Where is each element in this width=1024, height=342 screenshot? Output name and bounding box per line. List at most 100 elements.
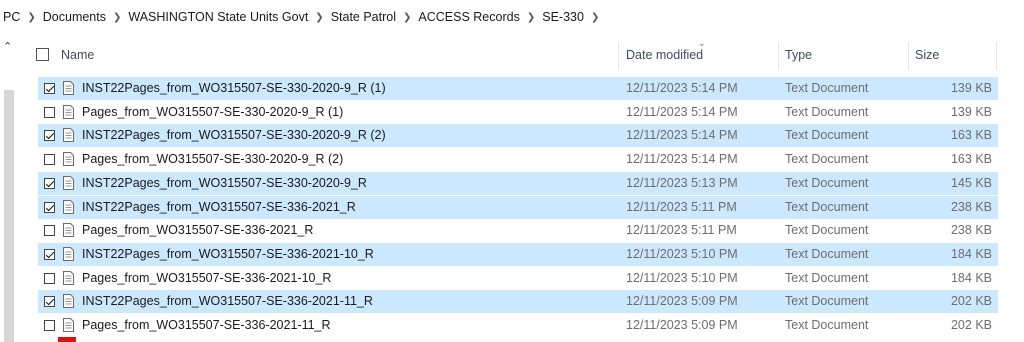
- row-checkbox[interactable]: [44, 201, 55, 213]
- text-document-icon: [63, 175, 74, 190]
- row-checkbox[interactable]: [44, 272, 55, 284]
- file-name: Pages_from_WO315507-SE-336-2021-10_R: [82, 270, 332, 285]
- row-checkbox[interactable]: [44, 320, 55, 331]
- file-type: Text Document: [785, 104, 869, 119]
- breadcrumb-item-pc[interactable]: PC: [0, 10, 23, 24]
- file-row[interactable]: INST22Pages_from_WO315507-SE-330-2020-9_…: [38, 171, 998, 195]
- column-divider[interactable]: [778, 42, 779, 70]
- chevron-right-icon[interactable]: ❯: [587, 12, 603, 23]
- row-checkbox[interactable]: [44, 296, 55, 308]
- chevron-right-icon[interactable]: ❯: [523, 12, 539, 23]
- file-size: 139 KB: [950, 81, 992, 95]
- chevron-right-icon[interactable]: ❯: [399, 12, 415, 23]
- column-header-type-label: Type: [785, 48, 813, 62]
- file-date-modified: 12/11/2023 5:13 PM: [626, 175, 738, 190]
- chevron-right-icon[interactable]: ❯: [311, 12, 327, 23]
- column-header-name[interactable]: Name: [61, 38, 621, 72]
- file-size: 163 KB: [950, 152, 992, 167]
- file-date-modified: 12/11/2023 5:10 PM: [626, 270, 738, 285]
- file-size: 139 KB: [950, 104, 992, 119]
- breadcrumb: PC ❯ Documents ❯ WASHINGTON State Units …: [0, 0, 1024, 34]
- column-header-name-label: Name: [61, 48, 95, 62]
- file-name: Pages_from_WO315507-SE-336-2021_R: [82, 223, 314, 238]
- file-size: 184 KB: [950, 246, 992, 261]
- column-header-type[interactable]: Type: [785, 38, 905, 72]
- text-document-icon: [63, 246, 74, 261]
- file-date-modified: 12/11/2023 5:11 PM: [626, 199, 737, 214]
- pdf-icon: [58, 337, 76, 342]
- file-name: Pages_from_WO315507-SE-330-2020-9_R (2): [82, 152, 344, 167]
- file-type: Text Document: [785, 318, 869, 332]
- file-name: INST22Pages_from_WO315507-SE-336-2021_R: [82, 199, 356, 214]
- text-document-icon: [63, 270, 74, 285]
- file-row[interactable]: INST22Pages_from_WO315507-SE-336-2021-10…: [38, 242, 998, 266]
- column-header-date-label: Date modified: [626, 48, 704, 62]
- column-divider[interactable]: [996, 42, 997, 70]
- file-name: INST22Pages_from_WO315507-SE-330-2020-9_…: [82, 128, 386, 143]
- file-row[interactable]: Pages_from_WO315507-SE-336-2021_R 12/11/2…: [38, 219, 998, 242]
- file-row[interactable]: Pages_from_WO315507-SE-336-2021-10_R 12/1…: [38, 267, 998, 290]
- file-row[interactable]: INST22Pages_from_WO315507-SE-336-2021-11…: [38, 290, 998, 314]
- column-header-size-label: Size: [915, 48, 940, 62]
- row-checkbox[interactable]: [44, 225, 55, 237]
- file-row[interactable]: Pages_from_WO315507-SE-336-2021-11_R 12/1…: [38, 314, 998, 337]
- sort-chevron-icon: ⌄: [698, 38, 706, 48]
- row-checkbox[interactable]: [44, 154, 55, 166]
- file-row[interactable]: Pages_from_WO315507-SE-330-2020-9_R (2) 1…: [38, 148, 998, 171]
- chevron-right-icon[interactable]: ❯: [109, 12, 125, 23]
- file-type: Text Document: [785, 152, 869, 167]
- file-size: 145 KB: [950, 175, 992, 190]
- file-date-modified: 12/11/2023 5:09 PM: [626, 294, 738, 309]
- select-all-checkbox[interactable]: [36, 48, 49, 61]
- file-row[interactable]: INST22Pages_from_WO315507-SE-336-2021_R 1…: [38, 195, 998, 219]
- file-date-modified: 12/11/2023 5:14 PM: [626, 152, 738, 167]
- file-name: INST22Pages_from_WO315507-SE-330-2020-9_…: [82, 175, 367, 190]
- breadcrumb-item-access-records[interactable]: ACCESS Records: [415, 10, 522, 24]
- text-document-icon: [63, 294, 74, 309]
- breadcrumb-item-washington[interactable]: WASHINGTON State Units Govt: [125, 10, 311, 24]
- breadcrumb-item-se-330[interactable]: SE-330: [539, 10, 587, 24]
- text-document-icon: [63, 128, 74, 143]
- breadcrumb-item-state-patrol[interactable]: State Patrol: [328, 10, 399, 24]
- file-type: Text Document: [785, 81, 869, 95]
- row-checkbox[interactable]: [44, 248, 55, 260]
- scrollbar-thumb[interactable]: [4, 90, 14, 342]
- column-header-row: Name Date modified ⌄ Type Size: [18, 38, 998, 72]
- text-document-icon: [63, 318, 74, 332]
- file-date-modified: 12/11/2023 5:11 PM: [626, 223, 737, 238]
- text-document-icon: [63, 199, 74, 214]
- file-type: Text Document: [785, 294, 869, 309]
- file-row[interactable]: INST22Pages_from_WO315507-SE-330-2020-9_…: [38, 77, 998, 100]
- file-date-modified: 12/11/2023 5:14 PM: [626, 104, 738, 119]
- file-size: 202 KB: [950, 294, 992, 309]
- file-size: 238 KB: [950, 199, 992, 214]
- file-size: 163 KB: [950, 128, 992, 143]
- file-row[interactable]: INST22Pages_from_WO315507-SE-330-2020-9_…: [38, 124, 998, 148]
- file-date-modified: 12/11/2023 5:14 PM: [626, 128, 738, 143]
- breadcrumb-item-documents[interactable]: Documents: [40, 10, 109, 24]
- file-type: Text Document: [785, 246, 869, 261]
- file-name: INST22Pages_from_WO315507-SE-336-2021-11…: [82, 294, 373, 309]
- file-type: Text Document: [785, 128, 869, 143]
- file-size: 202 KB: [950, 318, 992, 332]
- row-checkbox[interactable]: [44, 177, 55, 189]
- file-date-modified: 12/11/2023 5:14 PM: [626, 81, 738, 95]
- file-date-modified: 12/11/2023 5:09 PM: [626, 318, 738, 332]
- file-type: Text Document: [785, 199, 869, 214]
- row-checkbox[interactable]: [44, 106, 55, 118]
- column-header-size[interactable]: Size: [915, 38, 995, 72]
- row-checkbox[interactable]: [44, 83, 55, 94]
- vertical-scrollbar[interactable]: ⌃: [0, 38, 18, 342]
- file-type: Text Document: [785, 175, 869, 190]
- scroll-up-arrow-icon[interactable]: ⌃: [3, 40, 12, 53]
- column-divider[interactable]: [618, 42, 619, 70]
- file-type: Text Document: [785, 223, 869, 238]
- chevron-right-icon[interactable]: ❯: [23, 12, 39, 23]
- file-name: Pages_from_WO315507-SE-330-2020-9_R (1): [82, 104, 344, 119]
- row-checkbox[interactable]: [44, 130, 55, 142]
- file-size: 238 KB: [950, 223, 992, 238]
- file-name: Pages_from_WO315507-SE-336-2021-11_R: [82, 318, 331, 332]
- text-document-icon: [63, 104, 74, 119]
- file-row[interactable]: Pages_from_WO315507-SE-330-2020-9_R (1) 1…: [38, 101, 998, 124]
- column-divider[interactable]: [908, 42, 909, 70]
